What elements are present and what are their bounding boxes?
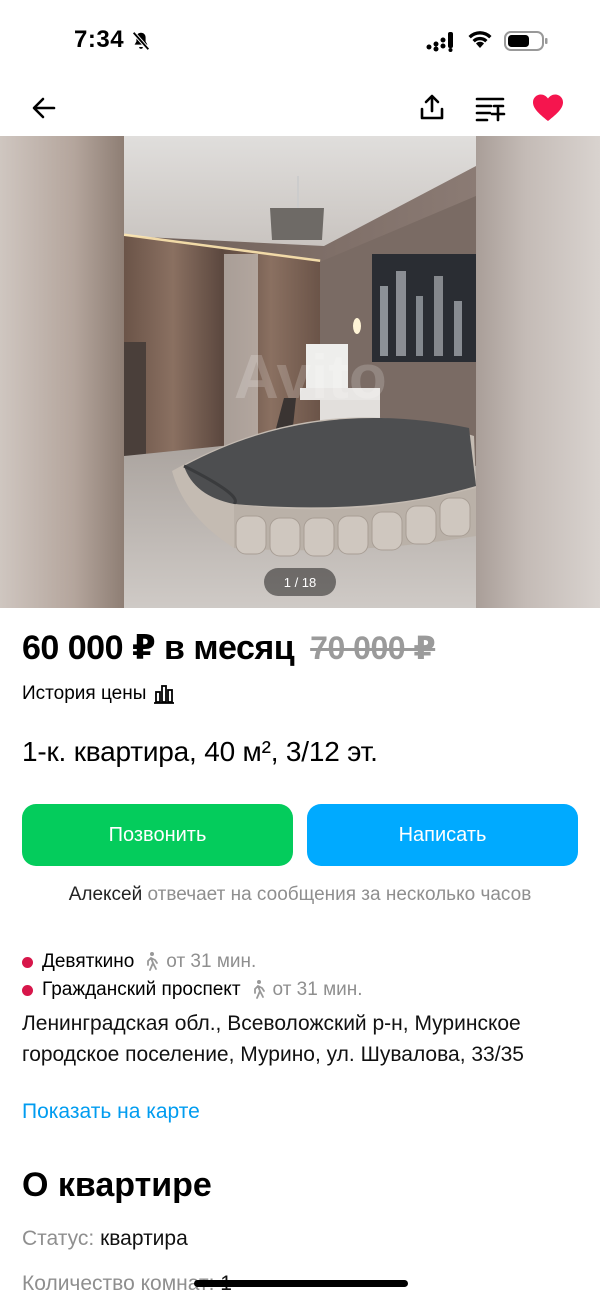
- param-label: Количество комнат:: [22, 1272, 215, 1295]
- back-arrow-icon: [32, 97, 56, 119]
- call-button[interactable]: Позвонить: [22, 804, 293, 866]
- compare-list-icon: [475, 97, 506, 122]
- cellular-signal-icon: [426, 32, 453, 52]
- walking-person-icon: [147, 952, 159, 971]
- walk-time: от 31 мин.: [166, 951, 257, 972]
- metro-station: Девяткино от 31 мин.: [22, 951, 256, 973]
- metro-line-dot: [22, 984, 33, 996]
- response-time-text: отвечает на сообщения за несколько часов: [142, 884, 532, 905]
- listing-title: 1-к. квартира, 40 м², 3/12 эт.: [22, 736, 378, 767]
- seller-name[interactable]: Алексей: [69, 884, 143, 905]
- battery-icon: [504, 31, 548, 51]
- metro-station: Гражданский проспект от 31 мин.: [22, 979, 363, 1001]
- price-history-link[interactable]: История цены: [22, 683, 175, 705]
- gallery-blur-right: [476, 136, 600, 608]
- compare-button[interactable]: [470, 88, 510, 128]
- back-button[interactable]: [24, 88, 64, 128]
- gallery-blur-left: [0, 136, 124, 608]
- photo-counter: 1 / 18: [264, 568, 336, 596]
- about-section-title: О квартире: [22, 1166, 212, 1204]
- status-time: 7:34: [74, 26, 125, 53]
- bar-chart-icon: [154, 685, 175, 704]
- metro-line-dot: [22, 956, 33, 968]
- listing-photo[interactable]: Avito: [124, 136, 476, 608]
- home-indicator[interactable]: [194, 1280, 408, 1287]
- price-history-label: История цены: [22, 683, 147, 704]
- photo-gallery[interactable]: Avito 1 / 18: [0, 136, 600, 608]
- walking-person-icon: [253, 980, 265, 999]
- address: Ленинградская обл., Всеволожский р-н, Му…: [22, 1012, 524, 1066]
- walk-time: от 31 мин.: [272, 979, 363, 1000]
- param-label: Статус:: [22, 1227, 95, 1250]
- show-on-map-link[interactable]: Показать на карте: [22, 1100, 200, 1124]
- current-price: 60 000 ₽ в месяц: [22, 629, 295, 667]
- write-button[interactable]: Написать: [307, 804, 578, 866]
- param-value: квартира: [100, 1227, 188, 1250]
- share-button[interactable]: [412, 88, 452, 128]
- share-icon: [420, 94, 444, 120]
- wifi-icon: [468, 31, 492, 48]
- favorite-button[interactable]: [528, 88, 568, 128]
- old-price: 70 000 ₽: [310, 630, 436, 666]
- bell-off-icon: [132, 31, 150, 51]
- metro-station-name: Девяткино: [42, 951, 135, 972]
- param-row: Статус: квартира: [22, 1227, 188, 1251]
- top-nav-bar: [0, 80, 600, 136]
- status-bar: 7:34: [0, 0, 600, 80]
- svg-text:Avito: Avito: [234, 343, 387, 412]
- metro-station-name: Гражданский проспект: [42, 979, 241, 1000]
- heart-icon: [533, 94, 563, 121]
- seller-response-note: Алексей отвечает на сообщения за несколь…: [0, 884, 600, 906]
- price-row: 60 000 ₽ в месяц 70 000 ₽: [22, 628, 436, 668]
